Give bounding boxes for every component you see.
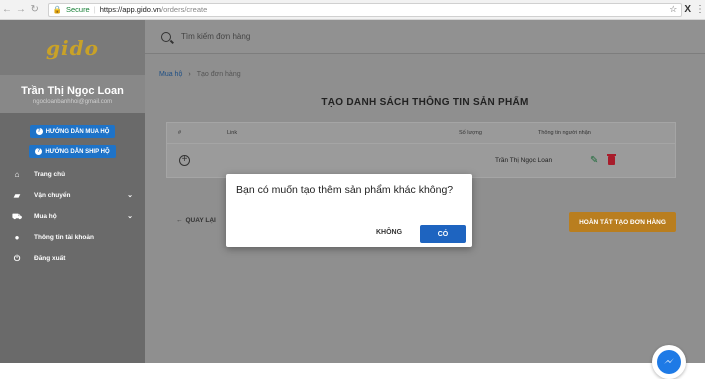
- home-icon: ⌂: [14, 170, 20, 179]
- forward-arrow-icon[interactable]: →: [14, 4, 28, 15]
- row-receiver: Trần Thị Ngọc Loan: [495, 157, 553, 164]
- guide-buy-button[interactable]: ? HƯỚNG DẪN MUA HỘ: [29, 125, 116, 138]
- breadcrumb-separator: ›: [188, 71, 191, 78]
- sidebar-item-account[interactable]: ● Thông tin tài khoản: [0, 227, 145, 248]
- sidebar-item-label: Mua hộ: [34, 213, 57, 220]
- dialog-question: Bạn có muốn tạo thêm sản phẩm khác không…: [236, 184, 454, 196]
- back-button[interactable]: ← QUAY LẠI: [176, 217, 216, 224]
- logo-area: gido: [0, 20, 145, 75]
- sidebar-item-logout[interactable]: ⏻ Đăng xuất: [0, 248, 145, 269]
- search-input[interactable]: [181, 32, 481, 41]
- sidebar-item-label: Đăng xuất: [34, 255, 66, 262]
- table-header: # Link Số lượng Thông tin người nhận: [166, 122, 676, 144]
- extension-x-icon[interactable]: X: [684, 4, 691, 15]
- lock-icon: 🔒: [52, 5, 62, 14]
- sidebar-item-label: Trang chủ: [34, 171, 66, 178]
- question-icon: ?: [35, 128, 43, 135]
- cart-icon: ⛟: [11, 211, 23, 221]
- url-separator: |: [93, 5, 96, 14]
- url-host: https://app.gido.vn: [99, 5, 161, 14]
- dialog-no-button[interactable]: KHÔNG: [376, 229, 402, 236]
- back-label: QUAY LẠI: [185, 217, 216, 224]
- messenger-icon: [657, 350, 681, 374]
- header-link: Link: [227, 130, 238, 136]
- power-icon: ⏻: [13, 253, 21, 263]
- messenger-chat-button[interactable]: [652, 345, 686, 379]
- chevron-down-icon: ⌄: [127, 192, 133, 199]
- page-title: TẠO DANH SÁCH THÔNG TIN SẢN PHẨM: [321, 97, 529, 108]
- back-arrow-icon[interactable]: ←: [0, 4, 14, 15]
- chevron-down-icon: ⌄: [127, 213, 133, 220]
- search-bar: [145, 20, 705, 54]
- bookmark-star-icon[interactable]: ☆: [669, 4, 677, 15]
- trash-icon[interactable]: [607, 154, 617, 165]
- breadcrumb: Mua hộ › Tạo đơn hàng: [159, 71, 241, 78]
- guide-ship-button[interactable]: ? HƯỚNG DẪN SHIP HỘ: [29, 145, 116, 158]
- logo[interactable]: gido: [46, 36, 99, 60]
- breadcrumb-current: Tạo đơn hàng: [196, 71, 241, 78]
- arrow-left-icon: ←: [176, 217, 183, 224]
- guide-buttons: ? HƯỚNG DẪN MUA HỘ ? HƯỚNG DẪN SHIP HỘ: [0, 113, 145, 164]
- edit-pencil-icon[interactable]: ✎: [590, 155, 598, 166]
- header-index: #: [178, 130, 182, 136]
- question-icon: ?: [35, 148, 43, 155]
- product-table: # Link Số lượng Thông tin người nhận + T…: [166, 122, 676, 178]
- user-name: Trần Thị Ngọc Loan: [21, 85, 124, 97]
- browser-menu-icon[interactable]: ⋮: [695, 4, 705, 15]
- add-circle-icon[interactable]: +: [179, 155, 190, 166]
- table-row: + Trần Thị Ngọc Loan ✎: [166, 144, 676, 178]
- sidebar-item-shipping[interactable]: ▰ Vận chuyển ⌄: [0, 185, 145, 206]
- user-email: ngocloanbanhhoi@gmail.com: [32, 99, 113, 105]
- sidebar: gido Trần Thị Ngọc Loan ngocloanbanhhoi@…: [0, 20, 145, 363]
- breadcrumb-home[interactable]: Mua hộ: [159, 71, 182, 78]
- url-path: /orders/create: [160, 5, 208, 14]
- secure-label: Secure: [65, 5, 90, 14]
- user-icon: ●: [14, 233, 20, 242]
- sidebar-item-buy-for-me[interactable]: ⛟ Mua hộ ⌄: [0, 206, 145, 227]
- user-profile: Trần Thị Ngọc Loan ngocloanbanhhoi@gmail…: [0, 75, 145, 113]
- reload-icon[interactable]: ↻: [28, 4, 42, 15]
- header-receiver: Thông tin người nhận: [538, 130, 591, 136]
- truck-icon: ▰: [13, 191, 21, 200]
- app: gido Trần Thị Ngọc Loan ngocloanbanhhoi@…: [0, 20, 705, 379]
- browser-toolbar: ← → ↻ 🔒 Secure | https://app.gido.vn /or…: [0, 0, 705, 20]
- sidebar-menu: ⌂ Trang chủ ▰ Vận chuyển ⌄ ⛟ Mua hộ ⌄ ● …: [0, 164, 145, 269]
- header-quantity: Số lượng: [459, 130, 482, 136]
- sidebar-item-label: Thông tin tài khoản: [34, 234, 94, 241]
- guide-buy-label: HƯỚNG DẪN MUA HỘ: [45, 128, 110, 135]
- search-icon: [161, 31, 171, 42]
- dialog-yes-button[interactable]: CÓ: [420, 225, 466, 243]
- sidebar-item-label: Vận chuyển: [34, 192, 71, 199]
- finish-order-button[interactable]: HOÀN TẤT TẠO ĐƠN HÀNG: [569, 212, 676, 232]
- guide-ship-label: HƯỚNG DẪN SHIP HỘ: [45, 148, 110, 155]
- address-bar[interactable]: 🔒 Secure | https://app.gido.vn /orders/c…: [47, 2, 683, 17]
- sidebar-item-home[interactable]: ⌂ Trang chủ: [0, 164, 145, 185]
- confirm-dialog: Bạn có muốn tạo thêm sản phẩm khác không…: [226, 174, 472, 247]
